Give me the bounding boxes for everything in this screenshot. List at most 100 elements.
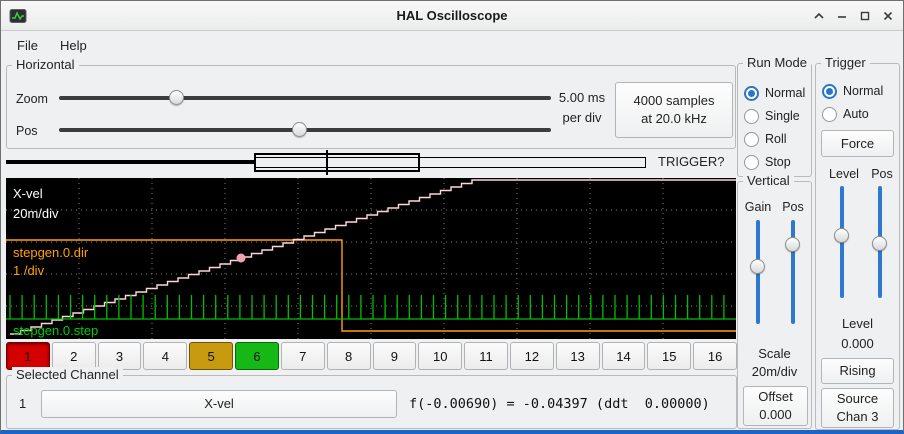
gain-slider[interactable]	[750, 220, 766, 324]
channel-button-14[interactable]: 14	[602, 342, 646, 370]
force-button-label: Force	[841, 135, 874, 153]
offset-button[interactable]: Offset 0.000	[743, 386, 808, 426]
close-icon[interactable]	[879, 7, 897, 25]
channel-button-4[interactable]: 4	[143, 342, 187, 370]
trigger-source-button[interactable]: Source Chan 3	[821, 388, 894, 428]
horizontal-legend: Horizontal	[12, 57, 79, 72]
samples-line2: at 20.0 kHz	[641, 110, 707, 128]
channel-button-7[interactable]: 7	[281, 342, 325, 370]
scope-display: X-vel 20m/div stepgen.0.dir 1 /div stepg…	[6, 178, 736, 339]
trigger-position-marker	[326, 150, 328, 175]
run-mode-radio-single[interactable]: Single	[744, 107, 805, 125]
trigger-level-slider-handle[interactable]	[834, 228, 849, 243]
menu-help[interactable]: Help	[50, 34, 97, 57]
vertical-legend: Vertical	[743, 173, 794, 188]
scale-value: 20m/div	[738, 364, 811, 379]
run-mode-group: Run Mode NormalSingleRollStop	[737, 63, 812, 177]
trigger-legend: Trigger	[821, 55, 870, 70]
channel-button-3[interactable]: 3	[98, 342, 142, 370]
selected-channel-legend: Selected Channel	[12, 367, 123, 382]
radio-label: Single	[765, 109, 800, 123]
channel-button-6[interactable]: 6	[235, 342, 279, 370]
trigger-mode-radio-normal[interactable]: Normal	[822, 82, 883, 100]
trigger-mode-radio-auto[interactable]: Auto	[822, 105, 883, 123]
trigger-level-value: 0.000	[816, 336, 899, 351]
trigger-point-marker	[237, 254, 246, 263]
rate-unit: per div	[551, 110, 613, 125]
trigger-edge-button[interactable]: Rising	[821, 358, 894, 384]
channel-button-8[interactable]: 8	[327, 342, 371, 370]
offset-label: Offset	[758, 388, 792, 406]
maximize-icon[interactable]	[856, 7, 874, 25]
channel-button-11[interactable]: 11	[464, 342, 508, 370]
channel-button-15[interactable]: 15	[647, 342, 691, 370]
run-mode-legend: Run Mode	[743, 55, 811, 70]
channel-button-16[interactable]: 16	[693, 342, 737, 370]
channel5-scale-label: 1 /div	[13, 264, 44, 277]
radio-label: Stop	[765, 155, 791, 169]
trigger-level-slider[interactable]	[834, 186, 850, 298]
radio-icon	[822, 84, 837, 99]
record-line	[6, 160, 254, 164]
samples-button[interactable]: 4000 samples at 20.0 kHz	[615, 82, 733, 138]
radio-label: Normal	[843, 84, 883, 98]
offset-value: 0.000	[759, 406, 792, 424]
keep-above-icon[interactable]	[810, 7, 828, 25]
channel-button-2[interactable]: 2	[52, 342, 96, 370]
vertical-pos-label: Pos	[778, 200, 808, 214]
channel1-name-label: X-vel	[13, 187, 43, 200]
pos-slider-handle[interactable]	[292, 122, 307, 137]
titlebar: HAL Oscilloscope	[1, 1, 903, 31]
horizontal-group: Horizontal Zoom Pos 5.00 ms per div 4000…	[6, 65, 736, 149]
record-view	[6, 150, 656, 175]
trigger-pos-slider[interactable]	[872, 186, 888, 298]
channel1-scale-label: 20m/div	[13, 207, 59, 220]
run-mode-radio-stop[interactable]: Stop	[744, 153, 805, 171]
force-button[interactable]: Force	[821, 130, 894, 157]
trigger-group: Trigger NormalAuto Force Level Pos Level…	[815, 63, 900, 430]
channel-button-9[interactable]: 9	[373, 342, 417, 370]
minimize-icon[interactable]	[833, 7, 851, 25]
channel5-name-label: stepgen.0.dir	[13, 246, 88, 259]
radio-icon	[744, 132, 759, 147]
window-title: HAL Oscilloscope	[1, 8, 903, 23]
selected-channel-group: Selected Channel 1 X-vel f(-0.00690) = -…	[6, 375, 737, 429]
menu-file[interactable]: File	[7, 34, 48, 57]
zoom-slider[interactable]	[59, 90, 551, 106]
channel-row: 12345678910111213141516	[6, 342, 737, 370]
radio-icon	[822, 107, 837, 122]
radio-icon	[744, 109, 759, 124]
pos-slider[interactable]	[59, 122, 551, 138]
channel-button-5[interactable]: 5	[189, 342, 233, 370]
trigger-level-label: Level	[822, 167, 866, 181]
gain-slider-handle[interactable]	[750, 259, 765, 274]
trigger-mode-options: Normal Auto	[822, 82, 883, 123]
gain-label: Gain	[741, 200, 775, 214]
channel-button-1[interactable]: 1	[6, 342, 50, 370]
zoom-slider-groove	[59, 96, 551, 100]
trigger-source-line2: Chan 3	[837, 408, 879, 426]
run-mode-options: Normal Single Roll Stop	[744, 84, 805, 171]
radio-label: Auto	[843, 107, 869, 121]
radio-icon	[744, 86, 759, 101]
trigger-pos-slider-handle[interactable]	[872, 236, 887, 251]
radio-label: Roll	[765, 132, 787, 146]
run-mode-radio-normal[interactable]: Normal	[744, 84, 805, 102]
radio-icon	[744, 155, 759, 170]
trigger-pos-label: Pos	[866, 167, 898, 181]
channel-button-13[interactable]: 13	[556, 342, 600, 370]
zoom-window-box	[254, 153, 420, 172]
zoom-slider-handle[interactable]	[169, 90, 184, 105]
vertical-pos-slider[interactable]	[785, 220, 801, 324]
run-mode-radio-roll[interactable]: Roll	[744, 130, 805, 148]
vertical-pos-slider-groove	[791, 220, 795, 324]
channel-button-12[interactable]: 12	[510, 342, 554, 370]
selected-channel-number: 1	[19, 396, 26, 411]
trigger-level-caption: Level	[816, 316, 899, 331]
hal-oscilloscope-window: HAL Oscilloscope File Help Horizontal Zo…	[0, 0, 904, 434]
channel-source-button[interactable]: X-vel	[41, 390, 397, 418]
pos-label: Pos	[16, 124, 38, 138]
channel-button-10[interactable]: 10	[418, 342, 462, 370]
trigger-source-line1: Source	[837, 390, 878, 408]
vertical-pos-slider-handle[interactable]	[785, 237, 800, 252]
